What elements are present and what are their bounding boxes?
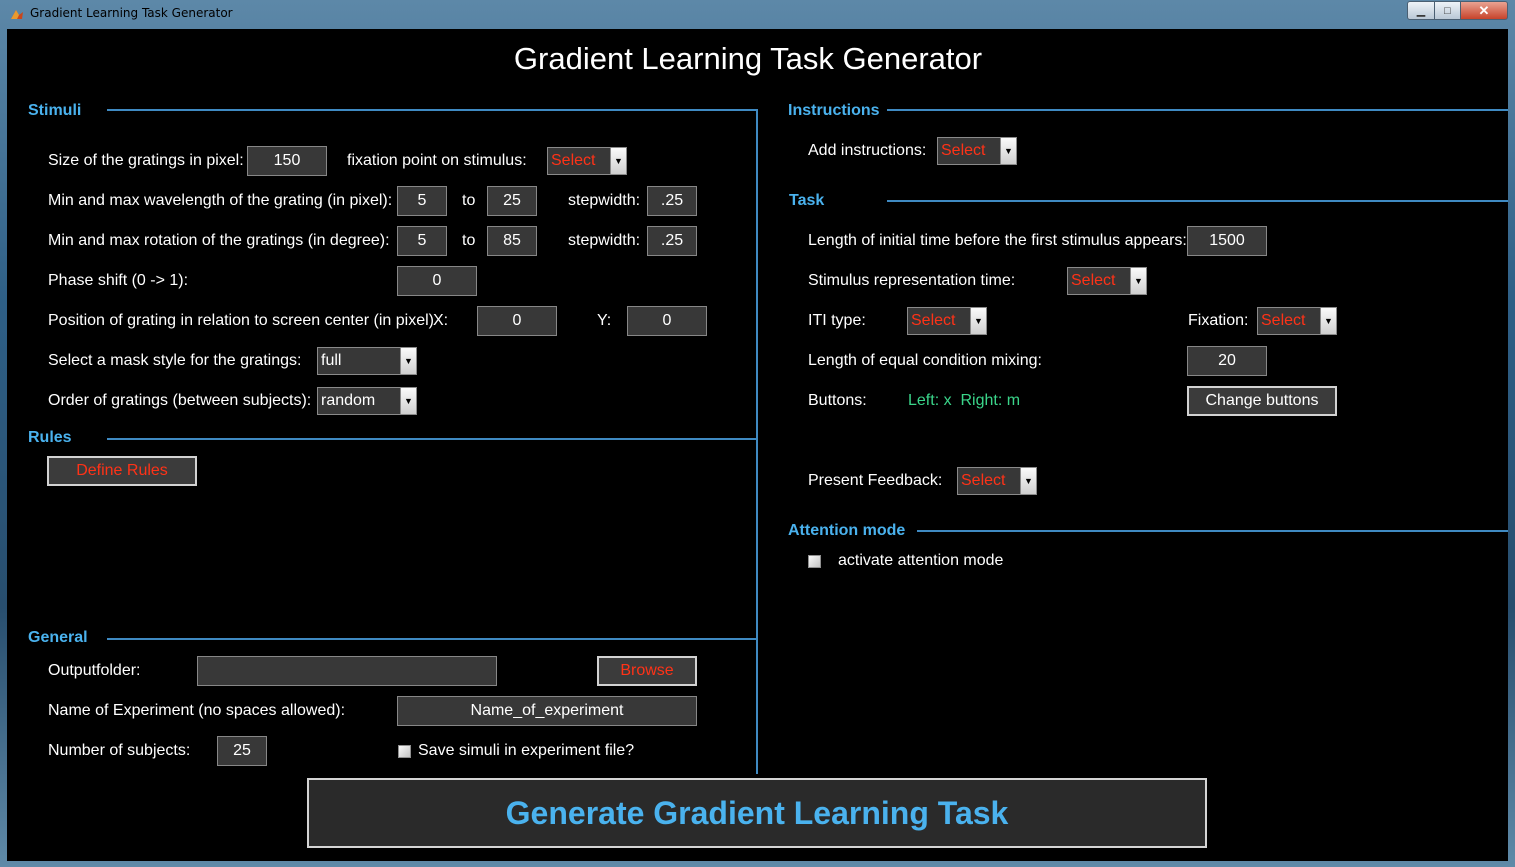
fixation-point-value: Select [551,152,596,169]
chevron-down-icon: ▼ [1320,308,1336,334]
task-header-line [887,200,1508,202]
representation-time-select[interactable]: Select ▼ [1067,267,1147,295]
position-y-label: Y: [597,312,612,329]
rotation-min-input[interactable] [397,226,447,256]
fixation-value: Select [1261,312,1306,329]
browse-button[interactable]: Browse [597,656,697,686]
chevron-down-icon: ▼ [1020,468,1036,494]
experiment-name-input[interactable] [397,696,697,726]
wavelength-min-input[interactable] [397,186,447,216]
page-title: Gradient Learning Task Generator [513,41,983,76]
generate-task-button[interactable]: Generate Gradient Learning Task [307,778,1207,848]
maximize-icon: □ [1444,4,1451,17]
save-stimuli-checkbox[interactable] [398,745,411,758]
grating-size-label: Size of the gratings in pixel: [48,152,244,169]
stimuli-header-line [107,109,758,111]
fixation-point-select[interactable]: Select ▼ [547,147,627,175]
iti-type-select[interactable]: Select ▼ [907,307,987,335]
chevron-down-icon: ▼ [400,388,416,414]
wavelength-step-input[interactable] [647,186,697,216]
present-feedback-value: Select [961,472,1006,489]
attention-mode-header: Attention mode [788,522,906,539]
close-icon: ✕ [1478,2,1490,18]
instructions-header-line [887,109,1508,111]
general-header: General [28,629,88,646]
chevron-down-icon: ▼ [610,148,626,174]
minimize-button[interactable]: ▁ [1407,1,1435,20]
grating-order-value: random [321,392,376,409]
present-feedback-select[interactable]: Select ▼ [957,467,1037,495]
output-folder-input[interactable] [197,656,497,686]
iti-type-value: Select [911,312,956,329]
subjects-input[interactable] [217,736,267,766]
attention-header-line [917,530,1508,532]
fixation-select[interactable]: Select ▼ [1257,307,1337,335]
representation-time-label: Stimulus representation time: [808,272,1016,289]
rotation-to-label: to [462,232,476,249]
attention-mode-label: activate attention mode [838,552,1004,569]
grating-size-input[interactable] [247,146,327,176]
iti-type-label: ITI type: [808,312,866,329]
general-header-line [107,638,758,640]
position-x-label: X: [433,312,449,329]
close-button[interactable]: ✕ [1460,1,1508,20]
chevron-down-icon: ▼ [1000,138,1016,164]
wavelength-to-label: to [462,192,476,209]
chevron-down-icon: ▼ [1130,268,1146,294]
rules-header: Rules [28,429,72,446]
chevron-down-icon: ▼ [970,308,986,334]
change-buttons-button[interactable]: Change buttons [1187,386,1337,416]
add-instructions-select[interactable]: Select ▼ [937,137,1017,165]
rules-header-line [107,438,758,440]
grating-order-select[interactable]: random ▼ [317,387,417,415]
wavelength-max-input[interactable] [487,186,537,216]
window-titlebar[interactable]: Gradient Learning Task Generator ▁ □ ✕ [0,0,1515,28]
subjects-label: Number of subjects: [48,742,191,759]
buttons-mapping-text: Left: x Right: m [908,392,1021,409]
add-instructions-label: Add instructions: [808,142,927,159]
phase-shift-input[interactable] [397,266,477,296]
minimize-icon: ▁ [1416,5,1426,17]
rotation-step-input[interactable] [647,226,697,256]
fixation-label: Fixation: [1188,312,1249,329]
condition-mixing-label: Length of equal condition mixing: [808,352,1042,369]
mask-style-value: full [321,352,342,369]
fixation-point-label: fixation point on stimulus: [347,152,527,169]
stimuli-right-border [756,109,758,774]
window-title: Gradient Learning Task Generator [30,6,233,20]
define-rules-button[interactable]: Define Rules [47,456,197,486]
position-y-input[interactable] [627,306,707,336]
present-feedback-label: Present Feedback: [808,472,943,489]
buttons-label: Buttons: [808,392,867,409]
rotation-max-input[interactable] [487,226,537,256]
output-folder-label: Outputfolder: [48,662,141,679]
attention-mode-checkbox[interactable] [808,555,821,568]
wavelength-step-label: stepwidth: [568,192,641,209]
mask-style-label: Select a mask style for the gratings: [48,352,302,369]
matlab-icon [11,10,23,19]
mask-style-select[interactable]: full ▼ [317,347,417,375]
condition-mixing-input[interactable] [1187,346,1267,376]
save-stimuli-label: Save simuli in experiment file? [418,742,635,759]
phase-shift-label: Phase shift (0 -> 1): [48,272,189,289]
initial-time-input[interactable] [1187,226,1267,256]
initial-time-label: Length of initial time before the first … [808,232,1187,249]
position-x-input[interactable] [477,306,557,336]
stimuli-header: Stimuli [28,102,82,119]
wavelength-label: Min and max wavelength of the grating (i… [48,192,393,209]
rotation-step-label: stepwidth: [568,232,641,249]
maximize-button[interactable]: □ [1434,1,1461,20]
grating-order-label: Order of gratings (between subjects): [48,392,312,409]
position-label: Position of grating in relation to scree… [48,312,434,329]
main-panel: Gradient Learning Task Generator Stimuli… [7,29,1508,861]
representation-time-value: Select [1071,272,1116,289]
experiment-name-label: Name of Experiment (no spaces allowed): [48,702,346,719]
instructions-header: Instructions [788,102,880,119]
rotation-label: Min and max rotation of the gratings (in… [48,232,390,249]
chevron-down-icon: ▼ [400,348,416,374]
task-header: Task [789,192,825,209]
add-instructions-value: Select [941,142,986,159]
